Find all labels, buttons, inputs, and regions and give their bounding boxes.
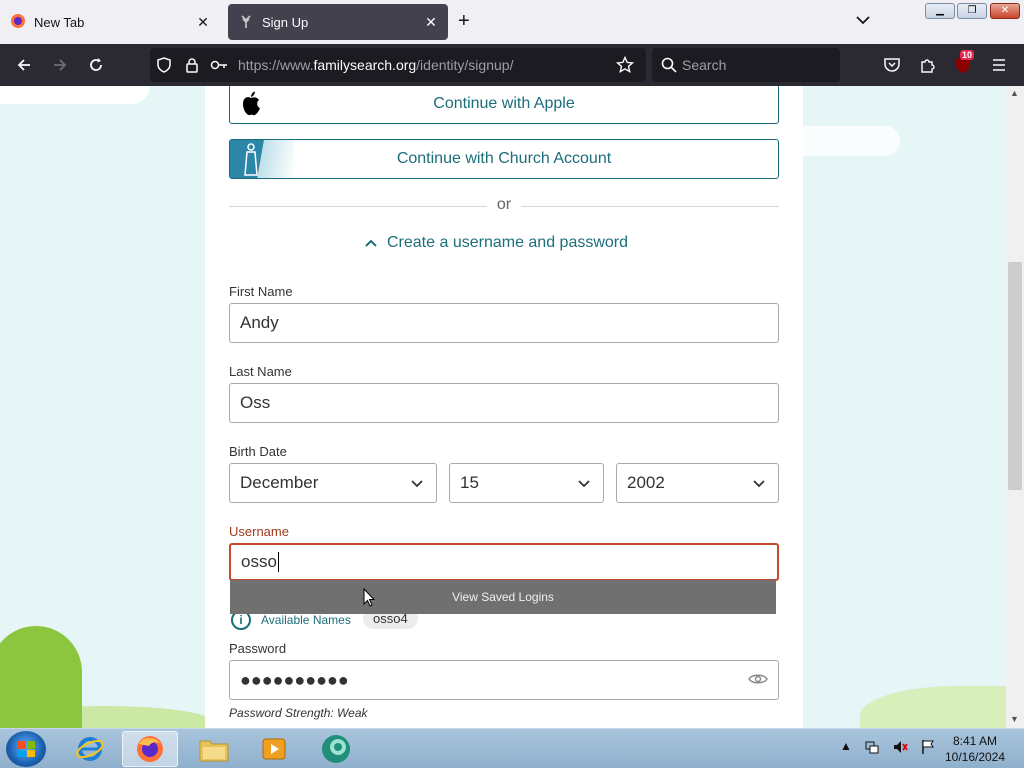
- close-tab-icon[interactable]: ✕: [192, 14, 214, 31]
- background-cloud: [0, 86, 150, 104]
- signup-card: Continue with Apple Continue with Church…: [205, 86, 803, 728]
- restore-window-button[interactable]: ❐: [957, 3, 987, 19]
- ublock-count-badge: 10: [960, 50, 975, 60]
- background-tree: [0, 626, 82, 728]
- url-bar[interactable]: https://www.familysearch.org/identity/si…: [150, 48, 646, 82]
- tab-new-tab[interactable]: New Tab ✕: [4, 4, 220, 40]
- last-name-field[interactable]: Oss: [229, 383, 779, 423]
- firefox-icon: [10, 13, 26, 32]
- search-icon: [658, 54, 680, 76]
- birth-day-select[interactable]: 15: [449, 463, 604, 503]
- birth-day-value: 15: [460, 473, 479, 492]
- birth-year-select[interactable]: 2002: [616, 463, 779, 503]
- available-names-label: Available Names: [261, 613, 351, 627]
- url-prefix: https://www.: [238, 57, 314, 73]
- hamburger-menu-icon[interactable]: [988, 54, 1010, 76]
- first-name-label: First Name: [229, 284, 293, 299]
- scroll-up-arrow-icon[interactable]: ▲: [1010, 88, 1019, 98]
- or-text: or: [487, 196, 521, 214]
- tab-label: Sign Up: [262, 14, 309, 30]
- username-field[interactable]: osso: [229, 543, 779, 581]
- navigation-toolbar: https://www.familysearch.org/identity/si…: [0, 44, 1024, 86]
- password-strength-text: Password Strength: Weak: [229, 706, 368, 720]
- minimize-window-button[interactable]: ▁: [925, 3, 955, 19]
- background-hill: [860, 686, 1006, 728]
- birth-year-value: 2002: [627, 473, 665, 492]
- list-all-tabs-chevron-icon[interactable]: [856, 12, 870, 30]
- church-button-label: Continue with Church Account: [396, 150, 612, 167]
- tracking-shield-icon[interactable]: [153, 54, 175, 76]
- scroll-down-arrow-icon[interactable]: ▼: [1010, 714, 1019, 724]
- permissions-key-icon[interactable]: [208, 54, 230, 76]
- birth-month-value: December: [240, 473, 319, 492]
- close-tab-icon[interactable]: ✕: [420, 14, 442, 31]
- last-name-value: Oss: [240, 393, 271, 412]
- chevron-up-icon: [365, 236, 377, 250]
- url-path: /identity/signup/: [416, 57, 514, 73]
- page-scrollbar[interactable]: ▲ ▼: [1006, 86, 1024, 728]
- new-tab-plus-icon[interactable]: +: [458, 10, 470, 33]
- back-arrow-icon[interactable]: [13, 54, 35, 76]
- bookmark-star-icon[interactable]: [614, 54, 636, 76]
- username-label: Username: [229, 524, 289, 539]
- media-player-taskbar-icon[interactable]: [246, 731, 302, 767]
- chevron-down-icon: [752, 476, 766, 496]
- windows-taskbar: ▲ 8:41 AM 10/16/2024: [0, 728, 1024, 768]
- chevron-down-icon: [577, 476, 591, 496]
- search-bar[interactable]: Search: [652, 48, 840, 82]
- windows-logo-icon: [17, 741, 35, 757]
- forward-arrow-icon[interactable]: [49, 54, 71, 76]
- view-saved-logins-popup[interactable]: View Saved Logins: [230, 580, 776, 614]
- taskbar-clock[interactable]: 8:41 AM 10/16/2024: [940, 733, 1010, 765]
- url-host: familysearch.org: [313, 57, 417, 73]
- familysearch-tree-icon: [238, 13, 254, 32]
- url-text[interactable]: https://www.familysearch.org/identity/si…: [238, 57, 513, 73]
- birth-date-label: Birth Date: [229, 444, 287, 459]
- pocket-icon[interactable]: [881, 54, 903, 76]
- chevron-down-icon: [410, 476, 424, 496]
- firefox-taskbar-icon[interactable]: [122, 731, 178, 767]
- clock-date: 10/16/2024: [944, 750, 1006, 764]
- password-field[interactable]: ●●●●●●●●●●: [229, 660, 779, 700]
- search-placeholder: Search: [682, 57, 727, 73]
- birth-month-select[interactable]: December: [229, 463, 437, 503]
- mouse-pointer-icon: [363, 587, 376, 608]
- church-logo-icon: [230, 140, 294, 178]
- start-button[interactable]: [6, 731, 46, 767]
- tab-bar: New Tab ✕ Sign Up ✕ + ▁ ❐ ✕: [0, 0, 1024, 44]
- system-tray: ▲: [840, 739, 936, 758]
- apple-logo-icon: [236, 89, 266, 119]
- continue-with-apple-button[interactable]: Continue with Apple: [229, 86, 779, 124]
- username-value: osso: [241, 552, 277, 571]
- volume-muted-icon[interactable]: [892, 739, 908, 758]
- continue-with-church-account-button[interactable]: Continue with Church Account: [229, 139, 779, 179]
- saved-logins-label: View Saved Logins: [452, 590, 554, 604]
- page-viewport: Continue with Apple Continue with Church…: [0, 86, 1006, 728]
- create-username-label: Create a username and password: [387, 234, 629, 251]
- extensions-puzzle-icon[interactable]: [917, 54, 939, 76]
- text-caret: [277, 552, 279, 572]
- reload-icon[interactable]: [85, 54, 107, 76]
- password-mask: ●●●●●●●●●●: [240, 669, 349, 690]
- last-name-label: Last Name: [229, 364, 292, 379]
- apple-button-label: Continue with Apple: [433, 95, 575, 112]
- first-name-value: Andy: [240, 313, 279, 332]
- tab-label: New Tab: [34, 14, 85, 30]
- file-explorer-taskbar-icon[interactable]: [186, 731, 242, 767]
- show-password-eye-icon[interactable]: [748, 671, 768, 692]
- first-name-field[interactable]: Andy: [229, 303, 779, 343]
- tab-sign-up[interactable]: Sign Up ✕: [228, 4, 448, 40]
- clock-time: 8:41 AM: [952, 734, 998, 748]
- lock-icon[interactable]: [181, 54, 203, 76]
- create-username-toggle[interactable]: Create a username and password: [365, 234, 628, 252]
- internet-explorer-taskbar-icon[interactable]: [62, 731, 118, 767]
- close-window-button[interactable]: ✕: [990, 3, 1020, 19]
- network-icon[interactable]: [864, 739, 880, 758]
- password-label: Password: [229, 641, 287, 656]
- action-center-flag-icon[interactable]: [920, 739, 936, 758]
- app-taskbar-icon[interactable]: [308, 731, 364, 767]
- scrollbar-thumb[interactable]: [1008, 262, 1022, 490]
- show-hidden-icons-icon[interactable]: ▲: [840, 739, 852, 758]
